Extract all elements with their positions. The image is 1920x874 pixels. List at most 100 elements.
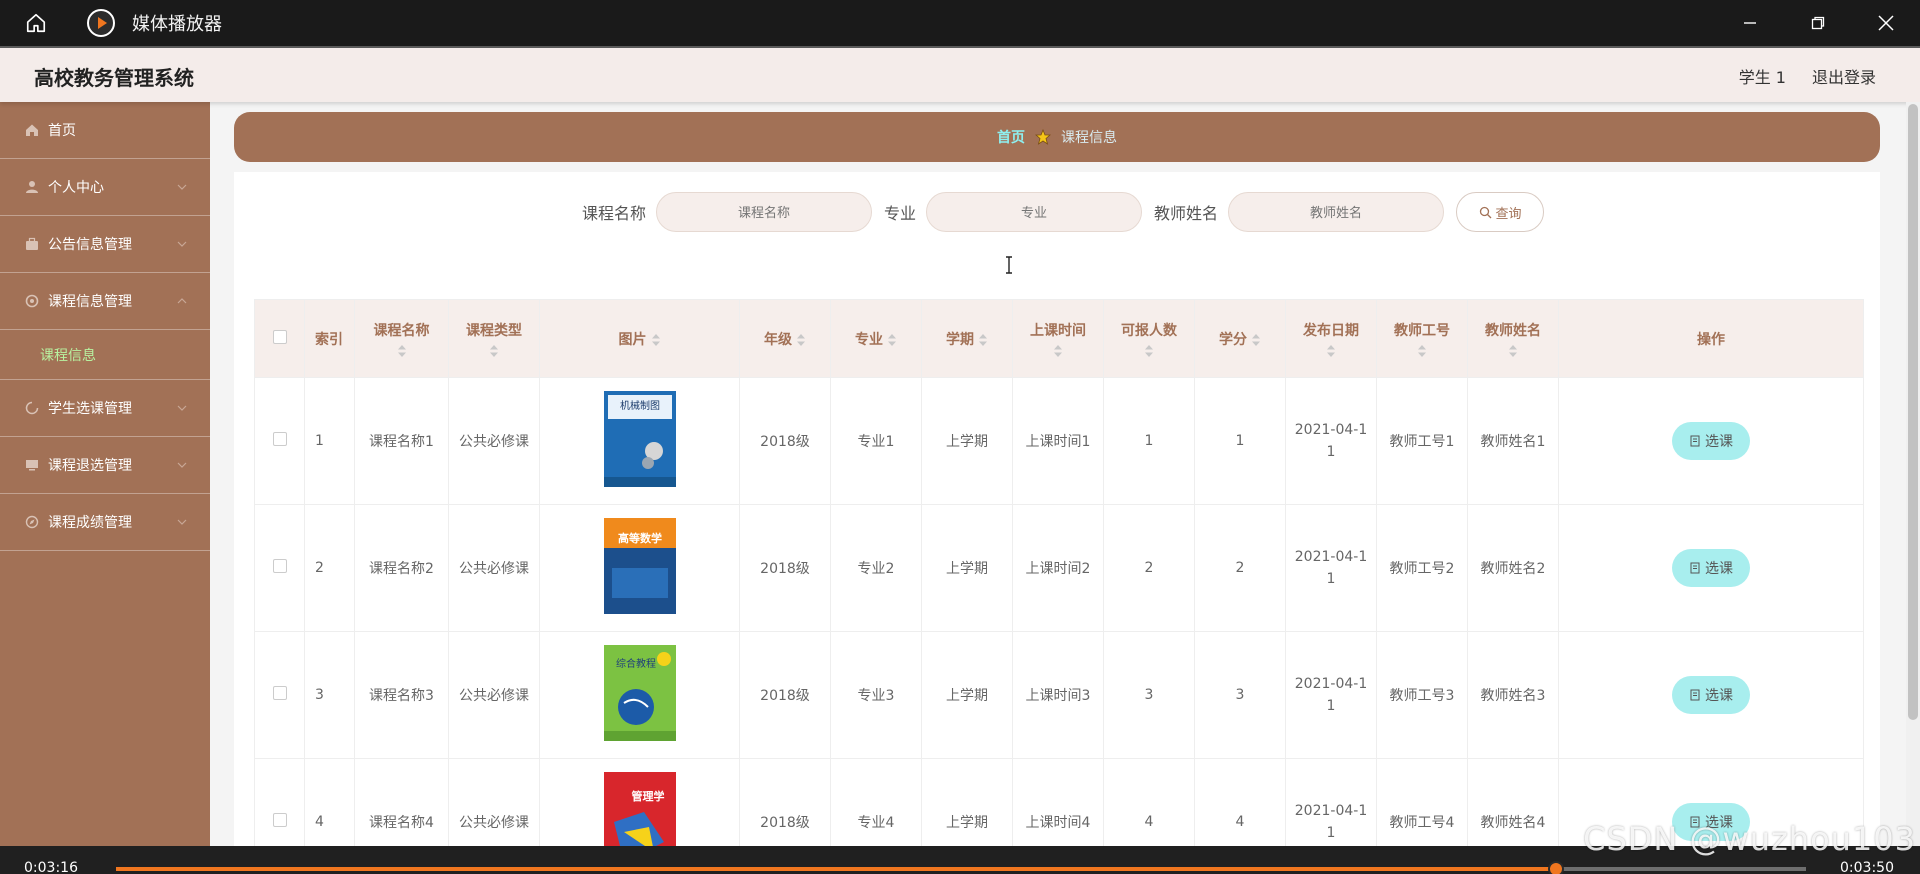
cell-major: 专业1 (830, 377, 922, 505)
cell-course-name: 课程名称3 (354, 631, 449, 759)
column-header-grade[interactable]: 年级 (739, 299, 831, 378)
page-scrollbar[interactable] (1906, 102, 1920, 846)
table-header-row: 索引 课程名称 课程类型 图片 年级 专业 学期 上课时间 可报人数 学分 发布… (254, 299, 1864, 378)
sort-icon[interactable] (651, 333, 661, 347)
cell-teacher-id: 教师工号3 (1376, 631, 1468, 759)
system-title: 高校教务管理系统 (34, 66, 194, 90)
sort-icon[interactable] (1417, 344, 1427, 358)
search-button[interactable]: 查询 (1456, 192, 1545, 232)
sort-icon[interactable] (1326, 344, 1336, 358)
select-course-button[interactable]: 选课 (1672, 676, 1750, 714)
cell-major: 专业2 (830, 504, 922, 632)
watermark-text: CSDN @wuzhou103 (1583, 820, 1916, 858)
row-select-cell (254, 758, 305, 846)
sort-icon[interactable] (489, 344, 499, 358)
column-header-term[interactable]: 学期 (921, 299, 1013, 378)
cell-course-type: 公共必修课 (448, 504, 540, 632)
column-header-capacity[interactable]: 可报人数 (1103, 299, 1195, 378)
select-course-label: 选课 (1705, 561, 1733, 577)
column-header-course-type[interactable]: 课程类型 (448, 299, 540, 378)
teacher-name-input[interactable] (1228, 192, 1445, 232)
column-header-major[interactable]: 专业 (830, 299, 922, 378)
cell-major: 专业4 (830, 758, 922, 846)
sidebar-item-home[interactable]: 首页 (0, 102, 210, 159)
chevron-down-icon (177, 405, 187, 411)
cell-term: 上学期 (921, 631, 1013, 759)
sort-icon[interactable] (796, 333, 806, 347)
current-user[interactable]: 学生 1 (1739, 64, 1786, 88)
cell-actions: 选课 (1558, 377, 1864, 505)
restore-icon[interactable] (1784, 0, 1852, 46)
document-icon (1690, 435, 1700, 447)
logout-link[interactable]: 退出登录 (1812, 64, 1876, 88)
settings-icon (24, 293, 40, 309)
column-header-teacher-name[interactable]: 教师姓名 (1467, 299, 1559, 378)
cell-index: 3 (304, 631, 355, 759)
row-checkbox[interactable] (272, 813, 287, 827)
sidebar-item-course-info[interactable]: 课程信息 (0, 330, 210, 380)
close-icon[interactable] (1852, 0, 1920, 46)
sidebar-item-announcements[interactable]: 公告信息管理 (0, 216, 210, 273)
column-header-teacher-id[interactable]: 教师工号 (1376, 299, 1468, 378)
cell-actions: 选课 (1558, 631, 1864, 759)
seek-bar-thumb[interactable] (1547, 861, 1564, 874)
sort-icon[interactable] (1053, 344, 1063, 358)
chevron-down-icon (177, 519, 187, 525)
sort-icon[interactable] (1144, 344, 1154, 358)
sort-icon[interactable] (1508, 344, 1518, 358)
sort-icon[interactable] (1251, 333, 1261, 347)
row-select-cell (254, 504, 305, 632)
document-icon (1690, 562, 1700, 574)
row-checkbox[interactable] (272, 686, 287, 700)
media-player-logo-icon (86, 8, 116, 38)
cell-publish-date: 2021-04-11 (1285, 758, 1377, 846)
chevron-up-icon (177, 298, 187, 304)
cell-grade: 2018级 (739, 758, 831, 846)
cell-actions: 选课 (1558, 504, 1864, 632)
course-name-input[interactable] (655, 192, 872, 232)
cell-capacity: 1 (1103, 377, 1195, 505)
column-header-course-name[interactable]: 课程名称 (354, 299, 449, 378)
search-icon (1479, 206, 1491, 218)
minimize-icon[interactable] (1716, 0, 1784, 46)
player-title: 媒体播放器 (132, 14, 222, 35)
sidebar-item-label: 课程成绩管理 (48, 515, 132, 531)
row-checkbox[interactable] (272, 432, 287, 446)
sidebar-item-course-grades[interactable]: 课程成绩管理 (0, 494, 210, 551)
sort-icon[interactable] (978, 333, 988, 347)
sort-icon[interactable] (887, 333, 897, 347)
column-header-image[interactable]: 图片 (539, 299, 740, 378)
cell-teacher-name: 教师姓名2 (1467, 504, 1559, 632)
select-course-label: 选课 (1705, 434, 1733, 450)
breadcrumb-home[interactable]: 首页 (997, 127, 1025, 147)
column-header-index: 索引 (304, 299, 355, 378)
total-time: 0:03:50 (1840, 860, 1894, 874)
cell-grade: 2018级 (739, 504, 831, 632)
column-header-credit[interactable]: 学分 (1194, 299, 1286, 378)
major-input[interactable] (926, 192, 1142, 232)
sidebar-item-profile[interactable]: 个人中心 (0, 159, 210, 216)
seek-bar[interactable] (116, 861, 1806, 874)
text-cursor-icon (1006, 256, 1012, 274)
cell-publish-date: 2021-04-11 (1285, 631, 1377, 759)
column-header-publish-date[interactable]: 发布日期 (1285, 299, 1377, 378)
home-icon[interactable] (0, 0, 72, 46)
scrollbar-thumb[interactable] (1908, 104, 1918, 720)
cell-term: 上学期 (921, 758, 1013, 846)
search-button-label: 查询 (1495, 206, 1522, 222)
select-course-button[interactable]: 选课 (1672, 549, 1750, 587)
sidebar-item-course-withdrawal[interactable]: 课程退选管理 (0, 437, 210, 494)
row-checkbox[interactable] (272, 559, 287, 573)
book-cover-image: 管理学 (603, 772, 676, 846)
cell-index: 4 (304, 758, 355, 846)
sort-icon[interactable] (397, 344, 407, 358)
seek-bar-progress (116, 867, 1556, 871)
column-header-actions: 操作 (1558, 299, 1864, 378)
sidebar-item-course-selection[interactable]: 学生选课管理 (0, 380, 210, 437)
column-header-class-time[interactable]: 上课时间 (1012, 299, 1104, 378)
book-cover-image: 高等数学 (603, 518, 676, 614)
cell-teacher-name: 教师姓名3 (1467, 631, 1559, 759)
select-all-checkbox[interactable] (272, 329, 287, 344)
select-course-button[interactable]: 选课 (1672, 422, 1750, 460)
sidebar-item-course-management[interactable]: 课程信息管理 (0, 273, 210, 330)
